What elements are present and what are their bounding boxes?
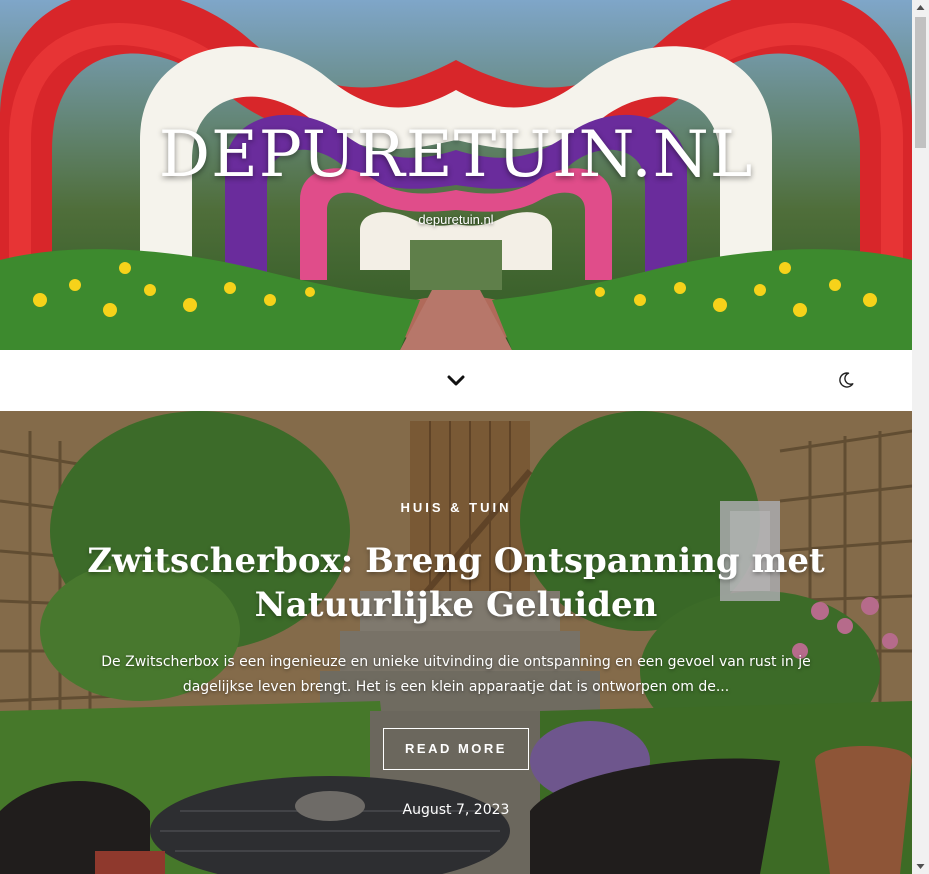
site-header: DEPURETUIN.NL depuretuin.nl: [0, 0, 912, 350]
moon-icon[interactable]: [837, 371, 855, 389]
post-excerpt: De Zwitscherbox is een ingenieuze en uni…: [101, 654, 811, 695]
site-title[interactable]: DEPURETUIN.NL: [0, 118, 912, 192]
post-date: August 7, 2023: [402, 802, 510, 818]
scrollbar-thumb[interactable]: [915, 17, 926, 148]
vertical-scrollbar[interactable]: [912, 0, 929, 874]
featured-post: HUIS & TUIN Zwitscherbox: Breng Ontspann…: [0, 411, 912, 874]
chevron-down-icon[interactable]: [444, 369, 468, 393]
post-category[interactable]: HUIS & TUIN: [0, 500, 912, 515]
nav-bar: [0, 350, 912, 411]
post-title[interactable]: Zwitscherbox: Breng Ontspanning met Natu…: [80, 539, 832, 627]
scroll-down-arrow-icon[interactable]: [912, 857, 929, 874]
read-more-button[interactable]: READ MORE: [383, 728, 529, 770]
scroll-up-arrow-icon[interactable]: [912, 0, 929, 17]
site-tagline: depuretuin.nl: [418, 212, 494, 227]
